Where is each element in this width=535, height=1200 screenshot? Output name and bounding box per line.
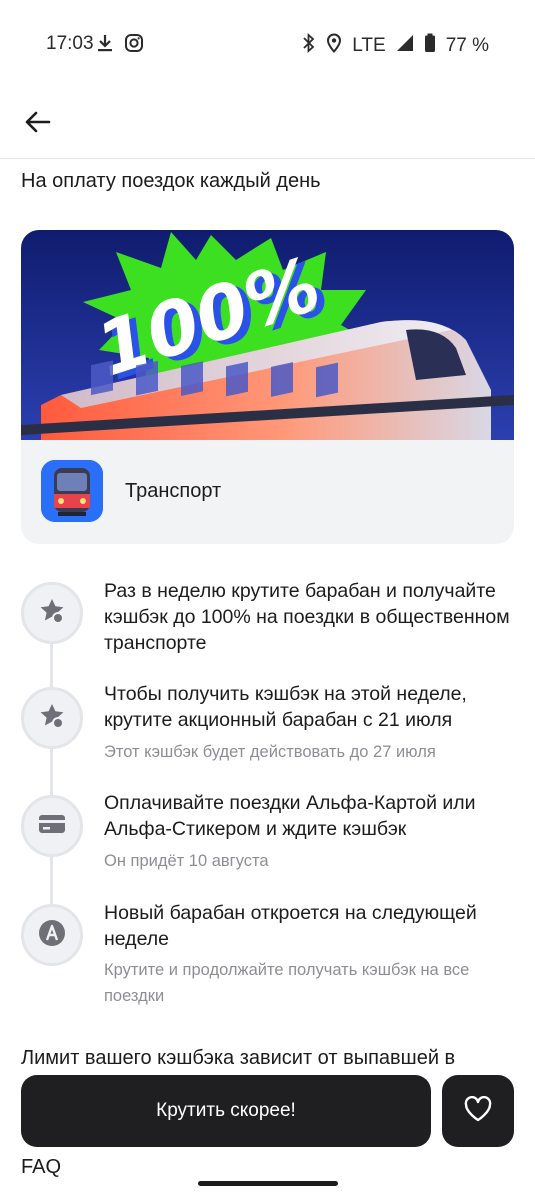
faq-heading[interactable]: FAQ [21,1156,61,1179]
step-1-icon-circle [21,582,83,644]
instagram-icon [124,33,144,58]
spin-now-button[interactable]: Крутить скорее! [21,1075,431,1147]
signal-icon [396,34,414,58]
home-indicator[interactable] [198,1181,338,1186]
favorite-button[interactable] [442,1075,514,1147]
step-2-icon-circle [21,687,83,749]
status-right: LTE 77 % [302,32,489,59]
step-4-text: Новый барабан откроется на следующей нед… [104,902,477,950]
card-icon [37,812,67,841]
status-left-icons [96,33,144,58]
alfa-logo-icon [38,919,66,952]
step-2-note: Этот кэшбэк будет действовать до 27 июля [104,743,436,761]
card-label: Транспорт [125,480,222,502]
status-time: 17:03 [46,33,94,54]
step-4-icon-circle [21,904,83,966]
status-bar: 17:03 LTE 77 % [0,0,535,88]
header-divider [0,158,535,159]
step-2-text: Чтобы получить кэшбэк на этой неделе, кр… [104,683,467,731]
transport-card[interactable]: 100% 100% Транспорт [21,230,514,544]
star-icon [37,701,67,736]
timeline-line [50,640,53,930]
download-icon [96,33,114,58]
promo-banner: 100% 100% [21,230,514,440]
heart-icon [464,1095,492,1127]
step-3-text: Оплачивайте поездки Альфа-Картой или Аль… [104,792,476,840]
card-row: Транспорт [21,440,514,544]
battery-percent: 77 % [445,35,489,56]
location-icon [326,33,342,59]
step-4-note: Крутите и продолжайте получать кэшбэк на… [104,961,470,1005]
bluetooth-icon [302,32,316,59]
metro-train-icon [41,460,103,522]
step-1-text: Раз в неделю крутите барабан и получайте… [104,580,510,654]
limit-text: Лимит вашего кэшбэка зависит от выпавшей… [21,1047,456,1069]
page-subtitle: На оплату поездок каждый день [21,170,321,192]
network-label: LTE [352,35,386,56]
arrow-left-icon [25,111,51,138]
step-3-icon-circle [21,795,83,857]
battery-icon [424,33,436,59]
star-icon [37,596,67,631]
step-3-note: Он придёт 10 августа [104,852,269,870]
back-button[interactable] [18,104,58,144]
